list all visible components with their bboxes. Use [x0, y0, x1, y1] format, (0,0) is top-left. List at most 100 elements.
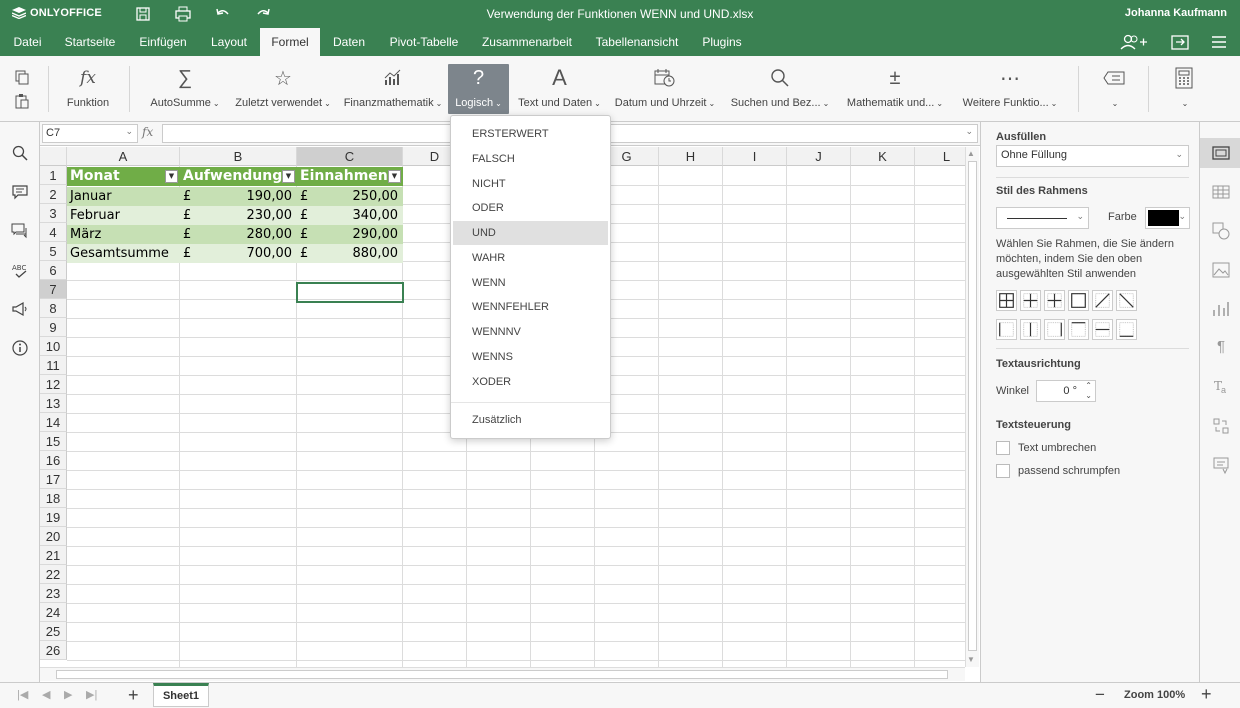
- tab-layout[interactable]: Layout: [200, 28, 258, 56]
- row-header[interactable]: 9: [40, 318, 67, 337]
- column-header-b[interactable]: B: [180, 147, 297, 166]
- column-header-i[interactable]: I: [723, 147, 787, 166]
- table-cell[interactable]: £340,00: [297, 206, 403, 225]
- math-trig-button[interactable]: ± Mathematik und... ⌄: [841, 64, 949, 114]
- horizontal-scrollbar[interactable]: [40, 667, 965, 681]
- tab-plugins[interactable]: Plugins: [692, 28, 752, 56]
- paste-icon[interactable]: [14, 93, 30, 109]
- zoom-out-icon[interactable]: −: [1095, 685, 1105, 705]
- calculation-button[interactable]: ⌄: [1166, 64, 1202, 114]
- named-ranges-button[interactable]: ⌄: [1096, 64, 1132, 114]
- sheet-tab[interactable]: Sheet1: [153, 683, 209, 707]
- menu-item-wenn[interactable]: WENN: [453, 271, 608, 295]
- table-header-aufwendung[interactable]: Aufwendung ▼: [180, 167, 297, 186]
- inner-vertical-button[interactable]: [1020, 319, 1041, 340]
- table-settings-icon[interactable]: [1211, 182, 1231, 202]
- border-color-picker[interactable]: ⌄: [1145, 207, 1190, 229]
- diagonal-down-button[interactable]: [1116, 290, 1137, 311]
- row-header[interactable]: 22: [40, 565, 67, 584]
- row-header[interactable]: 16: [40, 451, 67, 470]
- tab-pivot-tabelle[interactable]: Pivot-Tabelle: [378, 28, 470, 56]
- column-header-a[interactable]: A: [67, 147, 180, 166]
- financial-button[interactable]: Finanzmathematik ⌄: [341, 64, 445, 114]
- autosum-button[interactable]: ∑ AutoSumme ⌄: [146, 64, 224, 114]
- row-header[interactable]: 19: [40, 508, 67, 527]
- menu-item-xoder[interactable]: XODER: [453, 370, 608, 394]
- insert-function-button[interactable]: fx Funktion: [60, 64, 116, 114]
- row-header[interactable]: 4: [40, 223, 67, 242]
- copy-icon[interactable]: [14, 69, 30, 85]
- text-art-settings-icon[interactable]: Ta: [1211, 377, 1231, 397]
- tab-formel[interactable]: Formel: [260, 28, 320, 56]
- right-border-button[interactable]: [1044, 319, 1065, 340]
- menu-item-wenns[interactable]: WENNS: [453, 345, 608, 369]
- image-settings-icon[interactable]: [1211, 260, 1231, 280]
- column-header-k[interactable]: K: [851, 147, 915, 166]
- add-sheet-icon[interactable]: +: [128, 685, 139, 706]
- row-header[interactable]: 6: [40, 261, 67, 280]
- menu-item-wennfehler[interactable]: WENNFEHLER: [453, 295, 608, 319]
- select-all-corner[interactable]: [40, 147, 67, 166]
- add-user-icon[interactable]: [1120, 33, 1148, 51]
- prev-sheet-icon[interactable]: ◀: [42, 688, 50, 701]
- inner-cross-button[interactable]: [1044, 290, 1065, 311]
- table-cell[interactable]: £280,00: [180, 225, 297, 244]
- table-cell[interactable]: Gesamtsumme: [67, 244, 180, 263]
- tab-tabellenansicht[interactable]: Tabellenansicht: [584, 28, 690, 56]
- tab-einfuegen[interactable]: Einfügen: [128, 28, 198, 56]
- table-cell[interactable]: £190,00: [180, 187, 297, 206]
- column-header-l[interactable]: L: [915, 147, 965, 166]
- border-style-select[interactable]: ⌄: [996, 207, 1089, 229]
- row-header[interactable]: 13: [40, 394, 67, 413]
- table-header-einnahmen[interactable]: Einnahmen ▼: [297, 167, 403, 186]
- tab-startseite[interactable]: Startseite: [55, 28, 125, 56]
- row-header[interactable]: 8: [40, 299, 67, 318]
- about-info-icon[interactable]: [11, 339, 29, 357]
- selected-cell-c7[interactable]: [296, 282, 404, 303]
- table-cell[interactable]: März: [67, 225, 180, 244]
- user-name[interactable]: Johanna Kaufmann: [1125, 7, 1227, 19]
- column-header-h[interactable]: H: [659, 147, 723, 166]
- row-header[interactable]: 11: [40, 356, 67, 375]
- menu-item-und[interactable]: UND: [453, 221, 608, 245]
- table-cell[interactable]: Januar: [67, 187, 180, 206]
- tab-datei[interactable]: Datei: [0, 28, 55, 56]
- filter-dropdown-icon[interactable]: ▼: [165, 170, 178, 183]
- row-header[interactable]: 12: [40, 375, 67, 394]
- chat-icon[interactable]: [11, 222, 29, 240]
- cell-settings-icon[interactable]: [1211, 143, 1231, 163]
- row-header[interactable]: 20: [40, 527, 67, 546]
- comments-icon[interactable]: [11, 183, 29, 201]
- menu-item-wennnv[interactable]: WENNNV: [453, 320, 608, 344]
- signature-settings-icon[interactable]: [1211, 455, 1231, 475]
- left-border-button[interactable]: [996, 319, 1017, 340]
- tab-zusammenarbeit[interactable]: Zusammenarbeit: [472, 28, 582, 56]
- row-header[interactable]: 1: [40, 166, 67, 185]
- row-header[interactable]: 21: [40, 546, 67, 565]
- row-header[interactable]: 7: [40, 280, 67, 299]
- column-header-c[interactable]: C: [297, 147, 403, 166]
- vertical-scrollbar[interactable]: ▲ ▼: [965, 147, 979, 667]
- fill-select[interactable]: Ohne Füllung ⌄: [996, 145, 1189, 167]
- menu-item-nicht[interactable]: NICHT: [453, 172, 608, 196]
- table-header-monat[interactable]: Monat ▼: [67, 167, 180, 186]
- inner-horizontal-button[interactable]: [1092, 319, 1113, 340]
- row-header[interactable]: 5: [40, 242, 67, 261]
- shrink-to-fit-checkbox[interactable]: [996, 464, 1010, 478]
- first-sheet-icon[interactable]: |◀: [17, 688, 28, 701]
- next-sheet-icon[interactable]: ▶: [64, 688, 72, 701]
- hamburger-menu-icon[interactable]: [1209, 33, 1229, 51]
- cell-reference-box[interactable]: C7 ⌄: [42, 124, 138, 143]
- row-header[interactable]: 18: [40, 489, 67, 508]
- paragraph-settings-icon[interactable]: ¶: [1211, 338, 1231, 358]
- row-header[interactable]: 23: [40, 584, 67, 603]
- spellcheck-icon[interactable]: ABC: [11, 261, 29, 279]
- wrap-text-checkbox[interactable]: [996, 441, 1010, 455]
- zoom-in-icon[interactable]: +: [1201, 684, 1212, 705]
- row-header[interactable]: 2: [40, 185, 67, 204]
- table-cell[interactable]: £700,00: [180, 244, 297, 263]
- table-cell[interactable]: £880,00: [297, 244, 403, 263]
- row-header[interactable]: 10: [40, 337, 67, 356]
- menu-item-wahr[interactable]: WAHR: [453, 246, 608, 270]
- table-cell[interactable]: Februar: [67, 206, 180, 225]
